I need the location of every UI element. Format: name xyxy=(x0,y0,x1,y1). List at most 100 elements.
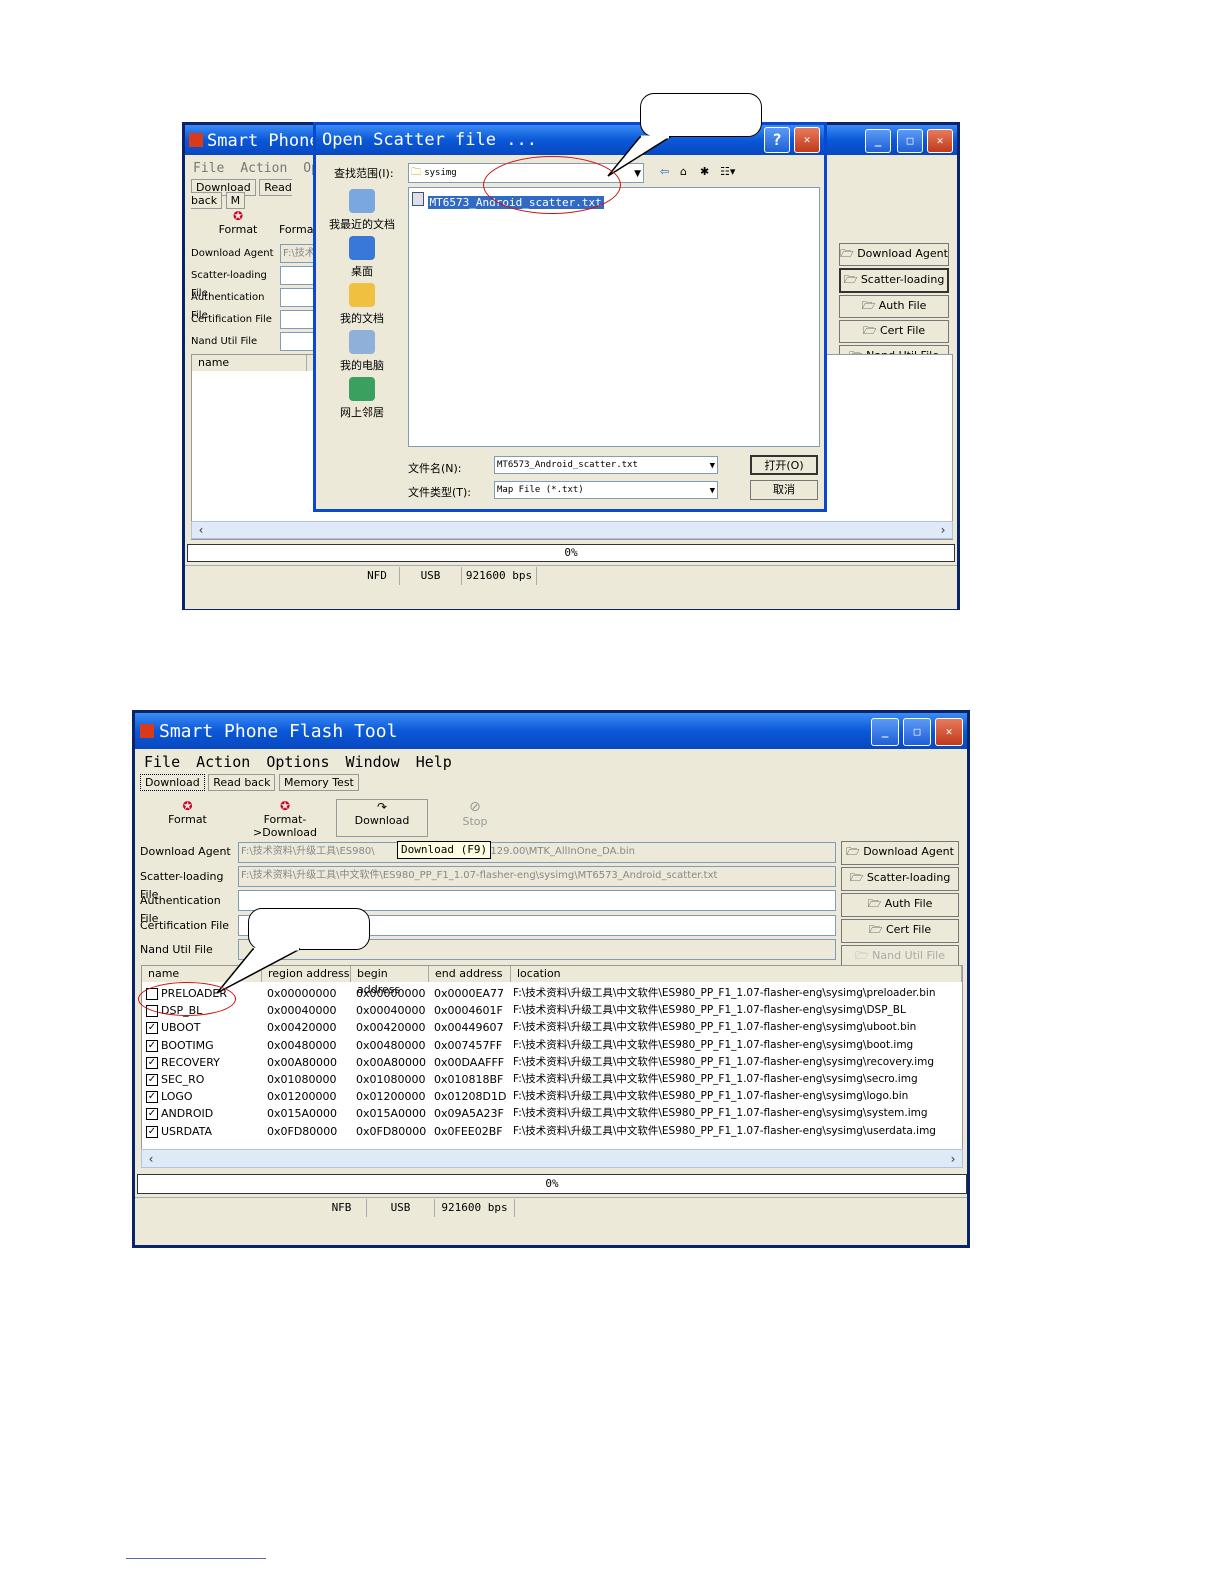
format-download-button[interactable]: ✪ Format->Download xyxy=(235,799,335,839)
maximize-button[interactable]: □ xyxy=(897,129,923,153)
menu-file[interactable]: File xyxy=(193,161,224,176)
row-checkbox[interactable]: ✓ xyxy=(146,1125,158,1138)
row-begin-address: 0x00480000 xyxy=(356,1038,426,1052)
bottom-window-title: Smart Phone Flash Tool xyxy=(159,721,398,742)
menu-action[interactable]: Action xyxy=(240,161,287,176)
cert-file-button[interactable]: 🗁 Cert File xyxy=(841,919,959,943)
download-agent-field[interactable]: F:\技术资料\升级工具\ES980\ v2.1129.00\MTK_AllInO… xyxy=(238,842,836,863)
place-my-computer[interactable]: 我的电脑 xyxy=(320,330,404,377)
chevron-down-icon[interactable]: ▼ xyxy=(710,458,715,473)
filename-input[interactable]: MT6573_Android_scatter.txt ▼ xyxy=(494,456,718,474)
scroll-right-arrow[interactable]: › xyxy=(946,1152,960,1166)
scroll-left-arrow[interactable]: ‹ xyxy=(144,1152,158,1166)
chevron-down-icon[interactable]: ▼ xyxy=(710,483,715,498)
filetype-label: 文件类型(T): xyxy=(408,486,472,499)
top-status-bar: NFD USB 921600 bps xyxy=(185,565,957,609)
open-button[interactable]: 打开(O) xyxy=(750,455,818,475)
download-agent-button[interactable]: 🗁 Download Agent xyxy=(841,841,959,865)
places-bar: 我最近的文档 桌面 我的文档 我的电脑 网上邻居 xyxy=(320,189,404,424)
tab-read-back[interactable]: Read back xyxy=(208,774,276,791)
bottom-side-buttons: 🗁 Download Agent 🗁 Scatter-loading 🗁 Aut… xyxy=(841,841,959,969)
format-button[interactable]: ✪ Format xyxy=(140,799,235,839)
dialog-title: Open Scatter file ... xyxy=(322,130,537,150)
bottom-tab-bar: Download Read back Memory Test xyxy=(140,774,440,796)
top-horizontal-scrollbar[interactable]: ‹ › xyxy=(191,521,953,539)
row-location: F:\技术资料\升级工具\中文软件\ES980_PP_F1_1.07-flash… xyxy=(513,987,936,999)
row-region-address: 0x01080000 xyxy=(267,1073,337,1086)
network-icon xyxy=(349,377,375,401)
status-storage: NFD xyxy=(355,567,400,585)
tab-download[interactable]: Download xyxy=(140,774,205,791)
label-cert-file: Certification File xyxy=(191,314,272,325)
column-header-end[interactable]: end address xyxy=(429,966,511,982)
minimize-button[interactable]: _ xyxy=(865,129,891,153)
stop-button[interactable]: ⊘ Stop xyxy=(430,799,520,839)
column-header-begin[interactable]: begin address xyxy=(351,966,429,996)
menu-window[interactable]: Window xyxy=(346,753,400,771)
dialog-close-button[interactable]: ✕ xyxy=(794,127,820,153)
row-begin-address: 0x015A0000 xyxy=(356,1107,427,1121)
row-end-address: 0x0000EA77 xyxy=(434,987,504,1000)
toolbar: ✪ Format ✪ Format->Download ↷ Download ⊘… xyxy=(140,799,966,839)
place-network[interactable]: 网上邻居 xyxy=(320,377,404,424)
auth-file-button[interactable]: 🗁 Auth File xyxy=(841,893,959,917)
label-auth-file: Authentication File xyxy=(140,894,221,925)
help-button[interactable]: ? xyxy=(764,127,790,153)
scroll-right-arrow[interactable]: › xyxy=(936,523,950,537)
row-location: F:\技术资料\升级工具\中文软件\ES980_PP_F1_1.07-flash… xyxy=(513,1055,935,1068)
app-icon xyxy=(140,724,154,738)
row-begin-address: 0x01080000 xyxy=(356,1073,426,1086)
progress-text: 0% xyxy=(545,1177,559,1190)
download-agent-button[interactable]: 🗁 Download Agent xyxy=(839,243,949,266)
download-icon: ↷ xyxy=(376,800,388,814)
filename-label: 文件名(N): xyxy=(408,462,462,475)
folder-icon: 🗁 xyxy=(855,949,873,962)
scatter-file-field[interactable]: F:\技术资料\升级工具\中文软件\ES980_PP_F1_1.07-flash… xyxy=(238,866,836,887)
close-button[interactable]: ✕ xyxy=(935,718,963,746)
row-checkbox[interactable]: ✓ xyxy=(146,1108,158,1121)
top-format-button[interactable]: ✪ Format xyxy=(213,209,263,239)
minimize-button[interactable]: _ xyxy=(871,718,899,746)
row-checkbox[interactable]: ✓ xyxy=(146,1022,158,1035)
place-my-documents[interactable]: 我的文档 xyxy=(320,283,404,330)
tab-memory-test[interactable]: Memory Test xyxy=(278,774,359,791)
status-port: USB xyxy=(367,1199,435,1217)
menu-file[interactable]: File xyxy=(144,753,180,771)
bottom-horizontal-scrollbar[interactable]: ‹ › xyxy=(141,1149,963,1168)
list-header-name[interactable]: name xyxy=(192,355,307,371)
top-menu-bar: File Action Op xyxy=(193,161,323,181)
cancel-button[interactable]: 取消 xyxy=(750,480,818,500)
footnote-separator xyxy=(126,1558,266,1559)
auth-file-button[interactable]: 🗁 Auth File xyxy=(839,295,949,318)
row-checkbox[interactable]: ✓ xyxy=(146,1091,158,1104)
row-checkbox[interactable]: ✓ xyxy=(146,1056,158,1069)
row-name: ANDROID xyxy=(161,1107,214,1121)
close-button[interactable]: ✕ xyxy=(927,129,953,153)
row-end-address: 0x0FEE02BF xyxy=(434,1124,503,1138)
format-download-icon: ✪ xyxy=(279,799,291,813)
place-desktop[interactable]: 桌面 xyxy=(320,236,404,283)
new-folder-icon[interactable]: ✱ xyxy=(700,165,709,178)
tab-memory-test[interactable]: M xyxy=(225,192,246,209)
scroll-left-arrow[interactable]: ‹ xyxy=(194,523,208,537)
folder-icon: 🗁 xyxy=(846,845,864,858)
cert-file-button[interactable]: 🗁 Cert File xyxy=(839,320,949,343)
place-recent[interactable]: 我最近的文档 xyxy=(320,189,404,236)
row-checkbox[interactable]: ✓ xyxy=(146,1039,158,1052)
scatter-loading-button[interactable]: 🗁 Scatter-loading xyxy=(839,268,949,293)
maximize-button[interactable]: □ xyxy=(903,718,931,746)
bottom-progress-bar: 0% xyxy=(137,1174,967,1194)
filetype-select[interactable]: Map File (*.txt) ▼ xyxy=(494,481,718,499)
download-button[interactable]: ↷ Download xyxy=(336,799,428,837)
row-region-address: 0x00040000 xyxy=(267,1004,337,1018)
my-documents-icon xyxy=(349,283,375,307)
menu-action[interactable]: Action xyxy=(196,753,250,771)
row-location: F:\技术资料\升级工具\中文软件\ES980_PP_F1_1.07-flash… xyxy=(513,1090,909,1103)
row-checkbox[interactable]: ✓ xyxy=(146,1074,158,1086)
row-name: LOGO xyxy=(161,1090,193,1104)
menu-help[interactable]: Help xyxy=(416,753,452,771)
view-menu-icon[interactable]: ☷▾ xyxy=(720,165,735,178)
column-header-location[interactable]: location xyxy=(511,966,962,982)
scatter-loading-button[interactable]: 🗁 Scatter-loading xyxy=(841,867,959,891)
menu-options[interactable]: Options xyxy=(266,753,329,771)
